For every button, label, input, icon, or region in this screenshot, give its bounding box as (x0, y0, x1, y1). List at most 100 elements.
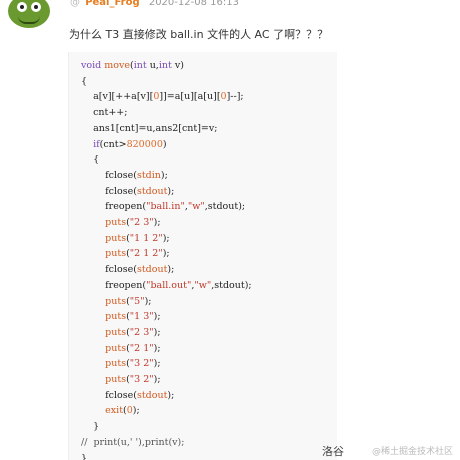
code-line: puts("1 3"); (81, 309, 160, 324)
code-token: puts (105, 248, 127, 260)
code-token: ); (167, 264, 175, 276)
code-token: "2 3" (129, 217, 154, 228)
code-line: a[v][++a[v][0]]=a[u][a[u][0]--]; (81, 89, 244, 104)
code-token: "2 1" (129, 342, 154, 354)
code-token: "w" (194, 279, 212, 291)
code-token: stdin (136, 169, 161, 181)
site-label: 洛谷 (322, 445, 344, 458)
post-meta: @ Peal_Frog 2020-12-08 16:13 (70, 0, 239, 10)
code-token: int (158, 60, 172, 71)
code-token: puts (105, 374, 127, 385)
code-token: exit (105, 405, 124, 417)
avatar-right-eye (31, 2, 41, 12)
code-token: move (104, 60, 130, 71)
code-token: } (81, 452, 88, 460)
code-token: fclose( (81, 185, 137, 197)
code-token: ); (167, 389, 175, 401)
avatar-mouth (18, 16, 40, 24)
code-line: puts("3 2"); (81, 356, 161, 371)
code-line: { (81, 152, 99, 167)
code-line: puts("2 3"); (81, 325, 160, 340)
code-token: ); (162, 248, 170, 260)
code-line: void move(int u,int v) (81, 58, 184, 73)
code-token: ,stdout); (211, 279, 252, 291)
code-token: "1 3" (129, 311, 154, 323)
code-block: void move(int u,int v) { a[v][++a[v][0]]=… (68, 52, 337, 460)
code-line: puts("5"); (81, 294, 152, 309)
code-token: v) (171, 60, 184, 71)
code-token: "2 3" (129, 326, 154, 338)
code-token: "2 1 2" (129, 248, 163, 260)
code-token: stdout (136, 185, 168, 197)
code-token: ); (144, 295, 152, 307)
code-token: ); (153, 217, 161, 228)
code-token: puts (105, 217, 127, 228)
code-line: puts("2 3"); (81, 215, 161, 230)
code-token: "w" (187, 201, 205, 213)
code-token: u, (146, 60, 159, 71)
avatar-left-eye (17, 2, 27, 12)
code-token: ]--]; (226, 91, 244, 103)
code-line: fclose(stdout); (81, 262, 174, 277)
code-token: ); (153, 358, 161, 370)
code-token: "1 1 2" (129, 232, 163, 244)
code-token: freopen( (81, 201, 147, 213)
code-token: "3 2" (129, 374, 154, 385)
code-token: ); (167, 185, 175, 197)
code-line: freopen("ball.in","w",stdout); (81, 199, 245, 214)
code-line: } (81, 451, 87, 460)
code-token: freopen( (81, 279, 147, 291)
code-token: puts (105, 232, 127, 244)
code-line: puts("1 1 2"); (81, 231, 170, 246)
code-token: { (81, 154, 100, 166)
code-token: ); (153, 342, 161, 354)
code-token: stdout (136, 264, 168, 276)
code-token: ) (162, 138, 167, 150)
code-line: puts("2 1"); (81, 341, 161, 356)
code-line: if(cnt>820000) (81, 137, 167, 152)
code-token: puts (105, 358, 127, 370)
code-token: "3 2" (129, 358, 154, 370)
code-token: ); (162, 232, 170, 244)
avatar[interactable] (8, 0, 50, 28)
code-token: { (81, 75, 88, 87)
code-token: ans1[cnt]=u,ans2[cnt]=v; (81, 122, 218, 134)
code-token: fclose( (81, 389, 137, 401)
code-token: ); (132, 405, 140, 417)
code-token: ); (160, 169, 168, 181)
code-token: ,stdout); (204, 201, 246, 213)
username-link[interactable]: Peal_Frog (85, 0, 139, 8)
code-line: fclose(stdout); (81, 388, 174, 403)
code-token: } (81, 421, 100, 433)
code-line: freopen("ball.out","w",stdout); (81, 278, 252, 293)
code-token: a[v][++a[v][ (81, 91, 154, 103)
watermark: @稀土掘金技术社区 (372, 447, 454, 457)
code-line: puts("3 2"); (81, 372, 161, 387)
code-line: { (81, 74, 87, 89)
code-token: fclose( (81, 264, 137, 276)
code-token: stdout (136, 389, 168, 401)
code-line: // print(u,' '),print(v); (81, 435, 184, 450)
code-token: void (81, 60, 102, 71)
code-token: "ball.in" (146, 201, 185, 213)
at-symbol: @ (70, 0, 80, 8)
code-token: "ball.out" (146, 279, 192, 291)
code-token: ); (153, 374, 161, 385)
code-token: // print(u,' '),print(v); (81, 436, 185, 448)
code-token: puts (105, 326, 127, 338)
code-line: puts("2 1 2"); (81, 246, 170, 261)
code-token: ]]=a[u][a[u][ (159, 91, 221, 103)
code-line: fclose(stdin); (81, 168, 168, 183)
code-line: fclose(stdout); (81, 184, 174, 199)
code-token: fclose( (81, 169, 137, 181)
